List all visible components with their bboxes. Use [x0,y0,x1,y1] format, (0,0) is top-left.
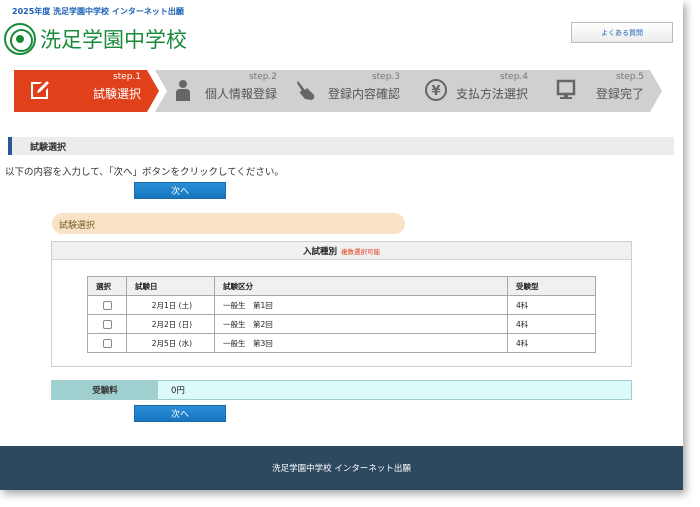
col-select: 選択 [87,276,127,296]
browser-page: 2025年度 洗足学園中学校 インターネット出願 洗足学園中学校 よくある質問 … [0,0,683,490]
school-logo[interactable]: 洗足学園中学校 [4,22,187,56]
step-1: step.1 試験選択 [14,70,159,112]
section-header: 試験選択 [8,137,674,155]
step-number: step.2 [248,72,277,82]
step-number: step.5 [615,72,644,82]
exam-date: 2月5日 (水) [126,333,215,353]
exam-category: 一般生 第1回 [214,295,508,315]
exam-selection-heading: 試験選択 [52,213,405,234]
exam-checkbox[interactable] [102,319,112,329]
step-5: step.5 登録完了 [530,70,662,112]
step-2: step.2 個人情報登録 [155,70,295,112]
select-cell [87,314,127,334]
exam-type-header: 入試種別 複数選択可能 [52,242,631,260]
hand-pointer-icon [297,81,315,100]
exam-fee-row: 受験料 0円 [51,380,632,400]
table-header-row: 選択 試験日 試験区分 受験型 [87,276,596,296]
step-number: step.4 [499,72,528,82]
select-cell [87,295,127,315]
header-top-text: 2025年度 洗足学園中学校 インターネット出願 [12,7,184,16]
step-number: step.1 [112,72,141,82]
exam-table: 選択 試験日 試験区分 受験型 2月1日 (土) 一般生 第1回 4科 2月2日… [87,276,596,353]
exam-category: 一般生 第3回 [214,333,508,353]
svg-text:¥: ¥ [431,84,440,99]
exam-fee-label: 受験料 [52,381,158,399]
step-3: step.3 登録内容確認 [278,70,418,112]
yen-icon: ¥ [425,79,447,101]
multi-select-note: 複数選択可能 [341,247,380,256]
faq-button[interactable]: よくある質問 [571,22,673,43]
pencil-icon [31,81,49,99]
exam-date: 2月2日 (日) [126,314,215,334]
person-icon [176,80,190,101]
section-title: 試験選択 [30,143,67,153]
exam-category: 一般生 第2回 [214,314,508,334]
exam-type-panel: 入試種別 複数選択可能 選択 試験日 試験区分 受験型 2月1日 (土) 一般生… [51,241,632,367]
exam-selection-title: 試験選択 [59,221,96,231]
step-label: 登録完了 [595,87,644,101]
table-row: 2月5日 (水) 一般生 第3回 4科 [87,333,596,353]
logo-text: 洗足学園中学校 [40,28,187,52]
monitor-icon [556,79,576,99]
progress-steps: step.1 試験選択 step.2 個人情報登録 step.3 登録内容確認 [14,70,662,112]
step-label: 個人情報登録 [204,87,277,101]
instruction-text: 以下の内容を入力して、「次へ」ボタンをクリックしてください。 [5,167,284,178]
exam-fee-value: 0円 [158,381,631,399]
col-type: 受験型 [507,276,596,296]
exam-checkbox[interactable] [102,300,112,310]
exam-type: 4科 [507,295,596,315]
school-emblem-icon [4,23,36,55]
step-4: ¥ step.4 支払方法選択 [406,70,546,112]
exam-date: 2月1日 (土) [126,295,215,315]
exam-type: 4科 [507,333,596,353]
next-button-top[interactable]: 次へ [134,182,226,199]
table-row: 2月2日 (日) 一般生 第2回 4科 [87,314,596,334]
footer-text: 洗足学園中学校 インターネット出願 [272,464,411,474]
exam-type: 4科 [507,314,596,334]
step-number: step.3 [371,72,400,82]
next-button-bottom[interactable]: 次へ [134,405,226,422]
col-category: 試験区分 [214,276,508,296]
table-row: 2月1日 (土) 一般生 第1回 4科 [87,295,596,315]
col-date: 試験日 [126,276,215,296]
footer: 洗足学園中学校 インターネット出願 [0,446,683,490]
step-label: 支払方法選択 [455,87,528,101]
step-label: 登録内容確認 [327,87,400,101]
select-cell [87,333,127,353]
exam-type-title: 入試種別 [302,246,337,257]
step-label: 試験選択 [92,87,141,101]
exam-checkbox[interactable] [102,338,112,348]
